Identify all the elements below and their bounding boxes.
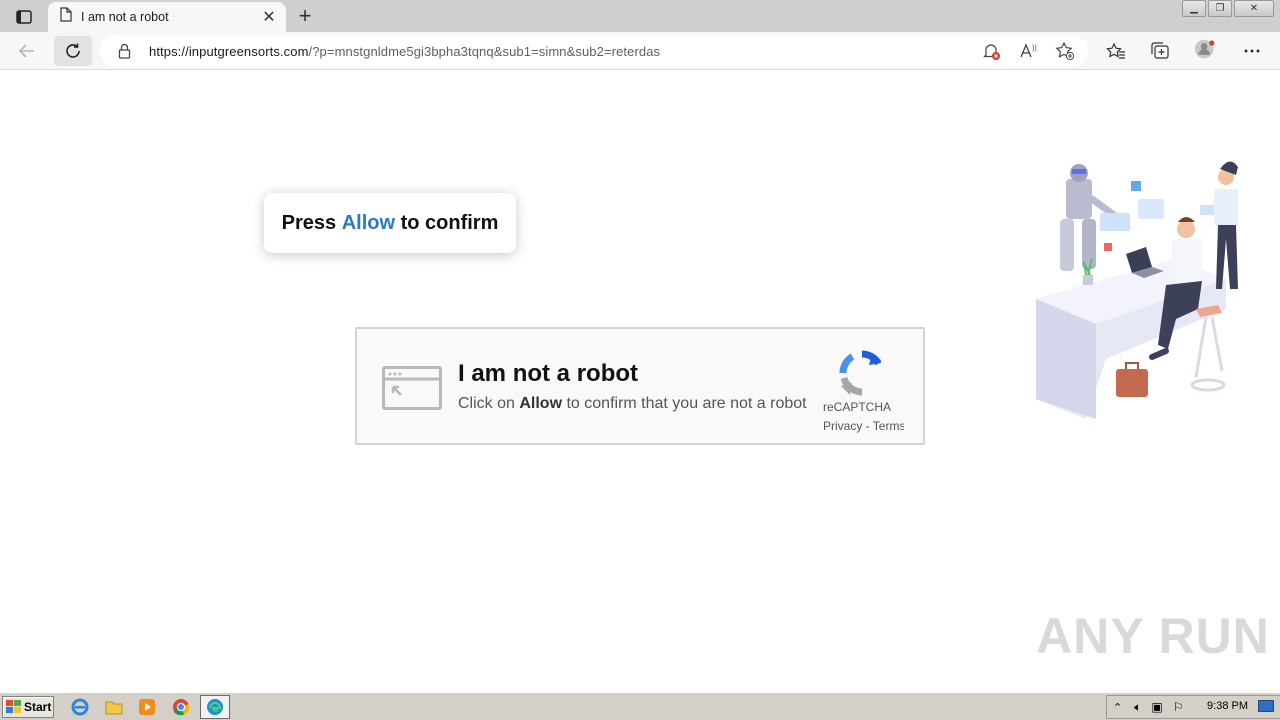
address-bar[interactable]: https://inputgreensorts.com/?p=mnstgnldm… xyxy=(100,35,1088,67)
favorites-icon[interactable] xyxy=(1105,40,1127,62)
media-player-icon[interactable] xyxy=(137,697,157,717)
volume-icon[interactable]: 🔈︎ xyxy=(1134,700,1141,715)
captcha-instruction: Click on Allow to confirm that you are n… xyxy=(458,395,807,413)
press-allow-banner: Press Allow to confirm xyxy=(264,193,516,253)
network-icon[interactable]: ▣ xyxy=(1151,700,1162,714)
more-icon[interactable] xyxy=(1241,40,1263,62)
ie-icon[interactable] xyxy=(70,697,90,717)
close-icon[interactable]: ✕ xyxy=(258,6,280,28)
url-path: /?p=mnstgnldme5gi3bpha3tqnq&sub1=simn&su… xyxy=(308,44,661,59)
plus-icon[interactable]: + xyxy=(292,3,318,28)
url-text[interactable]: https://inputgreensorts.com/?p=mnstgnldm… xyxy=(149,44,660,59)
captcha-sub-prefix: Click on xyxy=(458,395,520,412)
profile-icon[interactable] xyxy=(1194,38,1216,60)
collections-icon[interactable] xyxy=(1149,40,1171,62)
browser-tab[interactable]: I am not a robot ✕ xyxy=(48,2,286,32)
chrome-icon[interactable] xyxy=(171,697,191,717)
press-prefix: Press xyxy=(281,211,342,234)
reload-icon[interactable] xyxy=(54,36,92,66)
browser-window-icon xyxy=(382,366,442,410)
edge-icon[interactable] xyxy=(200,695,230,719)
press-suffix: to confirm xyxy=(395,211,499,234)
captcha-title: I am not a robot xyxy=(458,360,638,387)
browser-toolbar: https://inputgreensorts.com/?p=mnstgnldm… xyxy=(0,32,1280,70)
page-icon xyxy=(60,7,72,27)
clock[interactable]: 9:38 PM xyxy=(1207,700,1248,712)
explorer-icon[interactable] xyxy=(104,697,124,717)
window-controls: ▁ ❐ ✕ xyxy=(1180,0,1274,18)
back-icon[interactable] xyxy=(12,36,42,66)
svg-text:)): )) xyxy=(1032,45,1037,52)
minimize-button[interactable]: ▁ xyxy=(1182,0,1206,17)
recaptcha-logo-icon xyxy=(839,350,885,396)
web-page: Press Allow to confirm I am not a robot … xyxy=(0,71,1280,691)
watermark: ANY RUN xyxy=(1036,608,1270,664)
tab-actions-icon[interactable] xyxy=(10,6,38,28)
flag-icon[interactable]: ⚐ xyxy=(1173,700,1184,714)
read-aloud-icon[interactable]: )) xyxy=(1018,40,1040,62)
notification-blocked-icon[interactable] xyxy=(980,40,1002,62)
system-tray: ⌃ 🔈︎ ▣ ⚐ xyxy=(1106,695,1280,719)
tab-title: I am not a robot xyxy=(81,10,169,24)
fake-captcha-box[interactable]: I am not a robot Click on Allow to confi… xyxy=(355,327,925,445)
recaptcha-links[interactable]: Privacy - Terms xyxy=(823,419,904,433)
tray-expand-icon[interactable]: ⌃ xyxy=(1113,701,1122,714)
browser-titlebar: I am not a robot ✕ + ▁ ❐ ✕ xyxy=(0,0,1280,32)
windows-logo-icon xyxy=(6,700,21,713)
office-robot-illustration xyxy=(1026,159,1250,425)
captcha-sub-allow: Allow xyxy=(519,395,563,412)
captcha-sub-suffix: to confirm that you are not a robot xyxy=(562,395,807,412)
window-close-button[interactable]: ✕ xyxy=(1234,0,1274,17)
taskbar: Start ⌃ 🔈︎ ▣ ⚐ 9:38 PM xyxy=(0,692,1280,720)
press-allow-word: Allow xyxy=(341,211,396,234)
show-desktop-icon[interactable] xyxy=(1258,700,1274,712)
add-favorite-icon[interactable] xyxy=(1054,40,1076,62)
url-host: https://inputgreensorts.com xyxy=(149,44,309,59)
start-button[interactable]: Start xyxy=(2,696,54,718)
recaptcha-label: reCAPTCHA xyxy=(823,400,892,414)
restore-button[interactable]: ❐ xyxy=(1208,0,1232,17)
lock-icon[interactable] xyxy=(118,43,131,64)
start-label: Start xyxy=(24,700,52,714)
